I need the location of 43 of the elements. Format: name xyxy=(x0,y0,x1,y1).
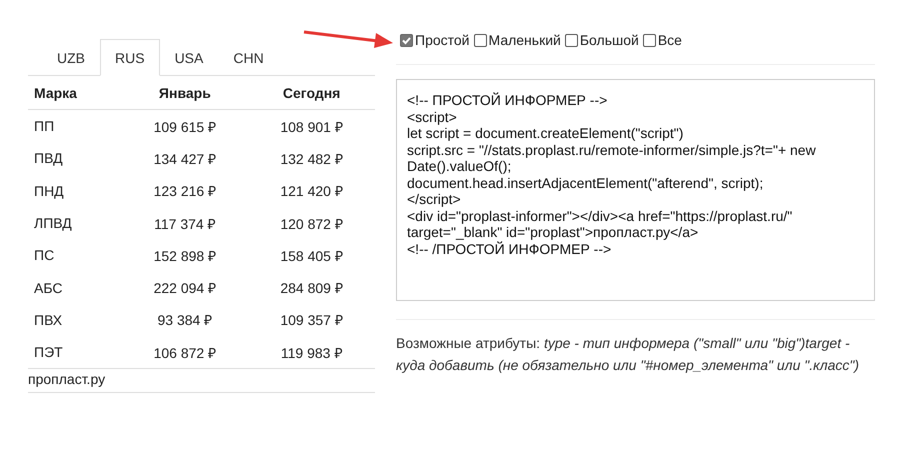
table-cell-text: 119 983 ₽ xyxy=(280,344,344,363)
option-label[interactable]: Большой xyxy=(580,32,639,48)
table-cell-text: 117 374 ₽ xyxy=(153,214,217,234)
table-cell-text: 134 427 ₽ xyxy=(152,150,218,169)
arrow-icon xyxy=(302,28,394,50)
table-cell-text: 158 405 ₽ xyxy=(279,246,344,266)
table-cell-text: ЛПВД xyxy=(33,214,73,234)
table-cell-text: 121 420 ₽ xyxy=(279,182,344,202)
option-label[interactable]: Маленький xyxy=(488,32,561,48)
table-cell: ПП xyxy=(28,110,122,142)
table-cell-text: ПЭТ xyxy=(33,343,64,362)
checkbox[interactable] xyxy=(400,34,413,46)
column-header: Сегодня xyxy=(248,76,375,110)
code-field[interactable]: <!-- ПРОСТОЙ ИНФОРМЕР --> <script> let script = document.createElement("script") script.src = "//stats.proplast.ru/remote-informer/simple.js?t="+ new Date().valueOf(); document.head.insertAdjacentElement("afterend", script); </script> <div id="proplast-informer"></div><a href="https://proplast.ru/" target="_blank" id="proplast">пропласт.ру</a> <!-- /ПРОСТОЙ ИНФОРМЕР --> xyxy=(396,79,875,301)
table-cell-text: ПВХ xyxy=(33,310,64,330)
site-name: пропласт.ру xyxy=(28,371,106,388)
table-cell: 109 615 ₽ xyxy=(122,110,248,142)
table-cell-text: ПВД xyxy=(33,149,64,168)
table-cell-text: АБС xyxy=(33,278,64,298)
table-cell-text: 152 898 ₽ xyxy=(152,246,218,266)
country-tab[interactable]: CHN xyxy=(218,39,279,76)
attributes-note: Возможные атрибуты: type - тип информера ("small" или "big")target - куда добавить (не обязательно или "#номер_элемента" или ".класс") xyxy=(396,319,875,376)
column-header: Марка xyxy=(28,76,122,110)
table-cell-text: 120 872 ₽ xyxy=(279,214,344,234)
table-cell-text: ПС xyxy=(33,246,56,266)
table-cell-text: 123 216 ₽ xyxy=(152,182,218,202)
option-label[interactable]: Простой xyxy=(415,32,470,48)
table-cell-text: 132 482 ₽ xyxy=(279,150,344,169)
checkbox[interactable] xyxy=(642,34,656,46)
option-label[interactable]: Все xyxy=(658,32,682,48)
country-tab[interactable]: USA xyxy=(160,39,218,76)
checkbox[interactable] xyxy=(564,34,578,46)
table-cell-text: 222 094 ₽ xyxy=(152,279,218,298)
table-cell-text: 106 872 ₽ xyxy=(152,344,218,363)
country-tab[interactable]: RUS xyxy=(100,39,160,76)
table-cell-text: 93 384 ₽ xyxy=(156,311,214,330)
checkbox[interactable] xyxy=(474,34,486,46)
table-cell-text: 109 357 ₽ xyxy=(279,311,344,330)
column-header: Январь xyxy=(122,76,248,110)
table-cell: 108 901 ₽ xyxy=(248,110,375,142)
country-tab[interactable]: UZB xyxy=(42,39,100,76)
table-cell-text: 284 809 ₽ xyxy=(279,279,344,298)
table-cell-text: ПНД xyxy=(33,182,65,201)
